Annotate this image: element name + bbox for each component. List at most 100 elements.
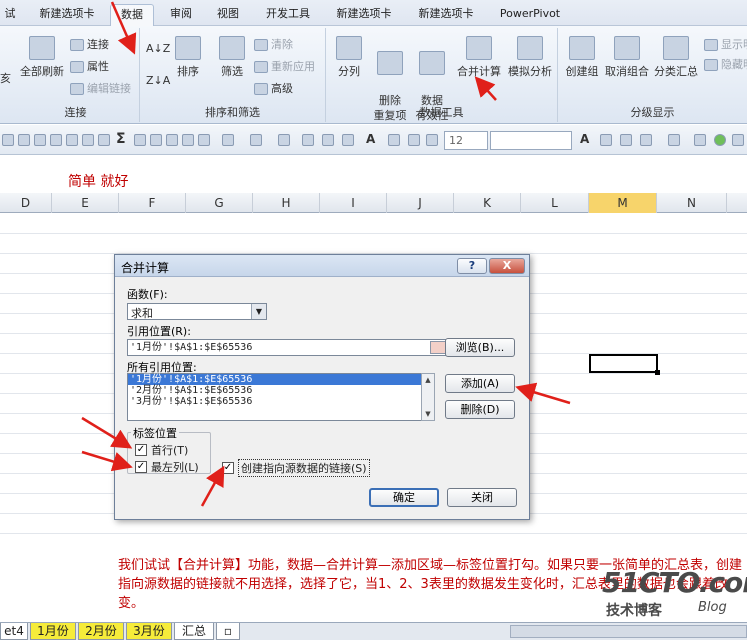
advanced-button[interactable]: 高级 bbox=[254, 80, 293, 96]
toolbar-icon[interactable] bbox=[640, 134, 652, 146]
references-scrollbar[interactable]: ▲ ▼ bbox=[421, 373, 435, 421]
close-button[interactable]: 关闭 bbox=[447, 488, 517, 507]
sheet-tab[interactable]: 3月份 bbox=[126, 623, 172, 640]
checkbox-checked-icon[interactable]: ✓ bbox=[135, 461, 147, 473]
sort-desc-icon[interactable]: Z↓A bbox=[146, 74, 170, 87]
scroll-up-icon[interactable]: ▲ bbox=[422, 374, 434, 386]
tab-developer[interactable]: 开发工具 bbox=[256, 4, 320, 26]
selected-cell[interactable] bbox=[589, 354, 660, 375]
tab-powerpivot[interactable]: PowerPivot bbox=[492, 4, 568, 26]
toolbar-icon[interactable] bbox=[66, 134, 78, 146]
create-links-checkbox[interactable]: ✓ 创建指向源数据的链接(S) bbox=[222, 459, 370, 477]
chevron-down-icon[interactable]: ▼ bbox=[251, 304, 266, 319]
toolbar-icon[interactable] bbox=[250, 134, 262, 146]
column-header[interactable]: L bbox=[521, 193, 589, 213]
toolbar-icon[interactable] bbox=[732, 134, 744, 146]
tab-partial[interactable]: 试 bbox=[0, 4, 20, 26]
tab-data[interactable]: 数据 bbox=[110, 4, 154, 26]
column-header[interactable]: H bbox=[253, 193, 320, 213]
top-row-checkbox[interactable]: ✓ 首行(T) bbox=[135, 442, 188, 458]
column-header[interactable]: J bbox=[387, 193, 454, 213]
sheet-tab[interactable]: 1月份 bbox=[30, 623, 76, 640]
reapply-button[interactable]: 重新应用 bbox=[254, 58, 315, 74]
consolidate-button[interactable]: 合并计算 bbox=[454, 36, 504, 79]
hide-detail-button[interactable]: 隐藏明 bbox=[704, 56, 747, 72]
show-detail-button[interactable]: 显示明 bbox=[704, 36, 747, 52]
all-references-list[interactable]: '1月份'!$A$1:$E$65536 '2月份'!$A$1:$E$65536 … bbox=[127, 373, 435, 421]
browse-button[interactable]: 浏览(B)... bbox=[445, 338, 515, 357]
tab-new-1[interactable]: 新建选项卡 bbox=[26, 4, 108, 26]
horizontal-scrollbar[interactable] bbox=[510, 625, 747, 638]
filter-button[interactable]: 筛选 bbox=[214, 36, 250, 79]
toolbar-icon[interactable] bbox=[82, 134, 94, 146]
list-item[interactable]: '1月份'!$A$1:$E$65536 bbox=[128, 374, 434, 385]
function-select[interactable]: 求和 ▼ bbox=[127, 303, 267, 320]
column-header-selected[interactable]: M bbox=[589, 193, 657, 213]
connections-button[interactable]: 连接 bbox=[70, 36, 109, 52]
column-header[interactable]: K bbox=[454, 193, 521, 213]
tab-review[interactable]: 审阅 bbox=[160, 4, 202, 26]
tab-view[interactable]: 视图 bbox=[208, 4, 248, 26]
toolbar-icon[interactable] bbox=[426, 134, 438, 146]
tab-new-3[interactable]: 新建选项卡 bbox=[408, 4, 484, 26]
toolbar-icon[interactable] bbox=[150, 134, 162, 146]
toolbar-icon[interactable] bbox=[50, 134, 62, 146]
column-header[interactable]: I bbox=[320, 193, 387, 213]
toolbar-icon[interactable] bbox=[302, 134, 314, 146]
text-to-columns-button[interactable]: 分列 bbox=[330, 36, 368, 79]
dialog-title-bar[interactable]: 合并计算 ? X bbox=[115, 255, 529, 277]
toolbar-icon[interactable] bbox=[600, 134, 612, 146]
scroll-down-icon[interactable]: ▼ bbox=[422, 408, 434, 420]
sort-button[interactable]: 排序 bbox=[170, 36, 206, 79]
column-header[interactable]: E bbox=[52, 193, 119, 213]
add-button[interactable]: 添加(A) bbox=[445, 374, 515, 393]
toolbar-icon[interactable] bbox=[134, 134, 146, 146]
ungroup-button[interactable]: 取消组合 bbox=[602, 36, 652, 79]
list-item[interactable]: '2月份'!$A$1:$E$65536 bbox=[128, 385, 434, 396]
toolbar-icon[interactable] bbox=[668, 134, 680, 146]
group-button[interactable]: 创建组 bbox=[562, 36, 602, 79]
toolbar-icon[interactable] bbox=[182, 134, 194, 146]
properties-button[interactable]: 属性 bbox=[70, 58, 109, 74]
sheet-tab[interactable]: et4 bbox=[0, 623, 28, 640]
toolbar-icon[interactable] bbox=[388, 134, 400, 146]
left-column-checkbox[interactable]: ✓ 最左列(L) bbox=[135, 459, 199, 475]
font-grow-icon[interactable]: A bbox=[366, 132, 375, 146]
refresh-all-button[interactable]: 全部刷新 bbox=[16, 36, 68, 79]
toolbar-icon[interactable] bbox=[322, 134, 334, 146]
toolbar-icon[interactable] bbox=[342, 134, 354, 146]
toolbar-icon[interactable] bbox=[408, 134, 420, 146]
font-color-icon[interactable]: A bbox=[580, 132, 589, 146]
delete-button[interactable]: 删除(D) bbox=[445, 400, 515, 419]
clear-button[interactable]: 清除 bbox=[254, 36, 293, 52]
list-item[interactable]: '3月份'!$A$1:$E$65536 bbox=[128, 396, 434, 407]
toolbar-icon[interactable] bbox=[278, 134, 290, 146]
checkbox-checked-icon[interactable]: ✓ bbox=[135, 444, 147, 456]
ok-button[interactable]: 确定 bbox=[369, 488, 439, 507]
toolbar-icon[interactable] bbox=[198, 134, 210, 146]
globe-icon[interactable] bbox=[714, 134, 726, 146]
toolbar-icon[interactable] bbox=[620, 134, 632, 146]
toolbar-icon[interactable] bbox=[222, 134, 234, 146]
sheet-tab-active[interactable]: 汇总 bbox=[174, 623, 214, 640]
toolbar-icon[interactable] bbox=[34, 134, 46, 146]
column-header[interactable]: G bbox=[186, 193, 253, 213]
what-if-button[interactable]: 模拟分析 bbox=[504, 36, 556, 79]
column-header[interactable]: N bbox=[657, 193, 727, 213]
column-header[interactable]: D bbox=[0, 193, 52, 213]
font-size-field[interactable]: 12 bbox=[444, 131, 488, 150]
close-icon[interactable]: X bbox=[489, 258, 525, 274]
help-button[interactable]: ? bbox=[457, 258, 487, 274]
edit-links-button[interactable]: 编辑链接 bbox=[70, 80, 131, 96]
toolbar-icon[interactable] bbox=[98, 134, 110, 146]
column-header[interactable]: F bbox=[119, 193, 186, 213]
sum-icon[interactable]: Σ bbox=[116, 131, 126, 147]
new-sheet-icon[interactable]: ▫ bbox=[216, 623, 240, 640]
tab-new-2[interactable]: 新建选项卡 bbox=[326, 4, 402, 26]
toolbar-icon[interactable] bbox=[18, 134, 30, 146]
toolbar-icon[interactable] bbox=[2, 134, 14, 146]
sort-asc-icon[interactable]: A↓Z bbox=[146, 42, 170, 55]
checkbox-checked-icon[interactable]: ✓ bbox=[222, 462, 234, 474]
toolbar-icon[interactable] bbox=[166, 134, 178, 146]
sheet-tab[interactable]: 2月份 bbox=[78, 623, 124, 640]
